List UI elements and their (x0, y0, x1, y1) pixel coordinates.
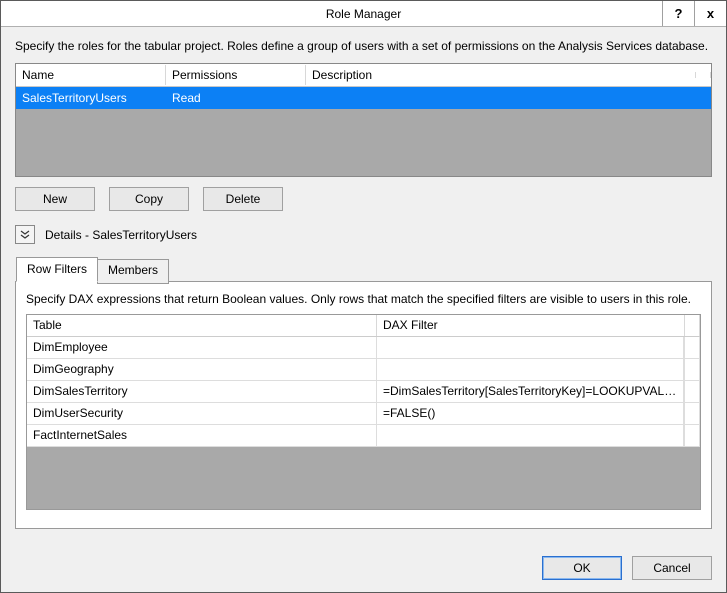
titlebar-buttons: ? x (662, 1, 726, 26)
titlebar: Role Manager ? x (1, 1, 726, 27)
delete-button[interactable]: Delete (203, 187, 283, 211)
tab-row-filters[interactable]: Row Filters (16, 257, 98, 282)
filters-grid-row[interactable]: DimSalesTerritory =DimSalesTerritory[Sal… (27, 381, 700, 403)
filter-dax-cell[interactable]: =FALSE() (377, 403, 684, 424)
role-manager-window: Role Manager ? x Specify the roles for t… (0, 0, 727, 593)
help-button[interactable]: ? (662, 1, 694, 26)
col-header-spacer2 (684, 315, 700, 336)
col-header-spacer (695, 72, 711, 78)
role-description-cell[interactable] (306, 95, 711, 101)
tabstrip: Row Filters Members (16, 257, 712, 282)
filters-grid-row[interactable]: DimEmployee (27, 337, 700, 359)
close-button[interactable]: x (694, 1, 726, 26)
window-title: Role Manager (1, 7, 726, 21)
filter-table-cell[interactable]: DimGeography (27, 359, 377, 380)
filters-grid-header: Table DAX Filter (27, 315, 700, 337)
filter-table-cell[interactable]: FactInternetSales (27, 425, 377, 446)
filters-grid[interactable]: Table DAX Filter DimEmployee DimGeograph… (26, 314, 701, 510)
role-action-buttons: New Copy Delete (15, 187, 712, 211)
chevron-double-down-icon (20, 230, 30, 240)
filter-dax-cell[interactable] (377, 425, 684, 446)
row-filters-intro: Specify DAX expressions that return Bool… (26, 292, 701, 306)
roles-grid-row[interactable]: SalesTerritoryUsers Read (16, 87, 711, 109)
filters-grid-row[interactable]: DimUserSecurity =FALSE() (27, 403, 700, 425)
role-name-cell[interactable]: SalesTerritoryUsers (16, 88, 166, 108)
intro-text: Specify the roles for the tabular projec… (15, 39, 712, 53)
dialog-footer: OK Cancel (1, 542, 726, 592)
filter-table-cell[interactable]: DimSalesTerritory (27, 381, 377, 402)
roles-grid-header: Name Permissions Description (16, 64, 711, 87)
copy-button[interactable]: Copy (109, 187, 189, 211)
filter-dax-cell[interactable] (377, 359, 684, 380)
details-label: Details - SalesTerritoryUsers (45, 228, 197, 242)
filters-grid-row[interactable]: DimGeography (27, 359, 700, 381)
details-row: Details - SalesTerritoryUsers (15, 225, 712, 244)
col-header-table[interactable]: Table (27, 315, 377, 336)
col-header-dax[interactable]: DAX Filter (377, 315, 684, 336)
filter-table-cell[interactable]: DimEmployee (27, 337, 377, 358)
new-button[interactable]: New (15, 187, 95, 211)
collapse-details-button[interactable] (15, 225, 35, 244)
content-area: Specify the roles for the tabular projec… (1, 27, 726, 542)
tab-members[interactable]: Members (97, 259, 169, 284)
col-header-permissions[interactable]: Permissions (166, 65, 306, 85)
filter-table-cell[interactable]: DimUserSecurity (27, 403, 377, 424)
col-header-description[interactable]: Description (306, 65, 695, 85)
row-filters-pane: Specify DAX expressions that return Bool… (15, 281, 712, 529)
filter-dax-cell[interactable] (377, 337, 684, 358)
filter-dax-cell[interactable]: =DimSalesTerritory[SalesTerritoryKey]=LO… (377, 381, 684, 402)
ok-button[interactable]: OK (542, 556, 622, 580)
filters-grid-row[interactable]: FactInternetSales (27, 425, 700, 447)
cancel-button[interactable]: Cancel (632, 556, 712, 580)
roles-grid[interactable]: Name Permissions Description SalesTerrit… (15, 63, 712, 177)
col-header-name[interactable]: Name (16, 65, 166, 85)
role-permissions-cell[interactable]: Read (166, 88, 306, 108)
